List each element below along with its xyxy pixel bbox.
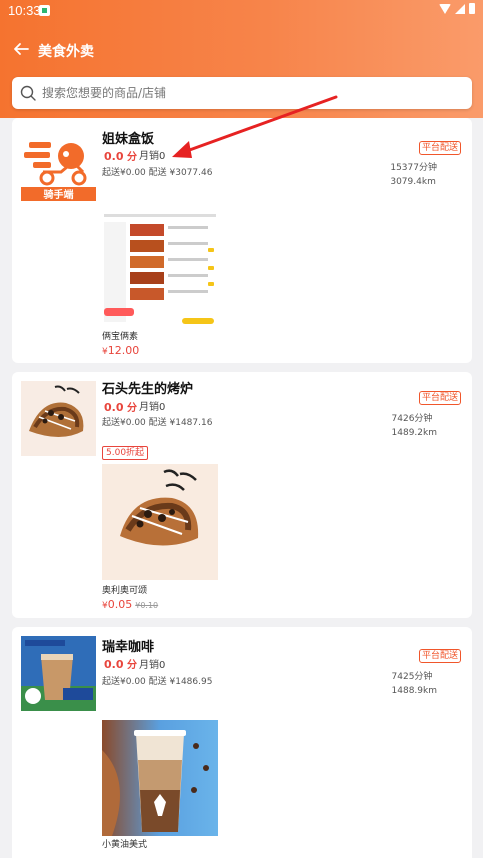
distance: 1489.2km <box>391 428 437 438</box>
store-sales: 月销0 <box>139 402 166 413</box>
score-unit: 分 <box>126 660 137 671</box>
score-value: 0.0 <box>104 150 124 163</box>
store-card[interactable]: 石头先生的烤炉 0.0 分 月销0 起送¥0.00 配送 ¥1487.16 平台… <box>12 372 472 618</box>
delivery-time: 15377分钟 <box>390 163 437 173</box>
store-card[interactable]: 骑手端 姐妹盒饭 0.0 分 月销0 起送¥0.00 配送 ¥3077.46 平… <box>12 118 472 363</box>
store-sales: 月销0 <box>139 151 166 162</box>
delivery-badge: 平台配送 <box>419 141 462 155</box>
arrow-left-icon[interactable] <box>12 40 30 58</box>
product-price: ¥0.05 ¥0.10 <box>102 598 158 611</box>
store-logo <box>21 636 96 711</box>
store-card[interactable]: 瑞幸咖啡 0.0 分 月销0 起送¥0.00 配送 ¥1486.95 平台配送 … <box>12 627 472 858</box>
product-image[interactable] <box>102 720 218 836</box>
store-meta: 15377分钟 3079.4km <box>390 161 437 189</box>
search-input[interactable] <box>42 82 462 104</box>
price-value: 0.05 <box>107 598 133 611</box>
store-name: 瑞幸咖啡 <box>102 640 155 655</box>
search-bar[interactable] <box>12 77 472 109</box>
product-name: 奥利奥可颂 <box>102 586 148 596</box>
score-value: 0.0 <box>104 658 124 671</box>
store-score: 0.0 分 <box>104 399 137 414</box>
store-fee: 起送¥0.00 配送 ¥1487.16 <box>102 418 213 428</box>
store-fee: 起送¥0.00 配送 ¥3077.46 <box>102 168 213 178</box>
product-name: 俩宝俩素 <box>102 332 139 342</box>
product-price: ¥12.00 <box>102 344 139 357</box>
store-meta: 7426分钟 1489.2km <box>392 412 437 440</box>
status-bar: 10:33 <box>0 0 483 22</box>
page-title: 美食外卖 <box>38 44 94 60</box>
battery-icon <box>469 3 475 14</box>
delivery-badge: 平台配送 <box>419 649 462 663</box>
delivery-badge: 平台配送 <box>419 391 462 405</box>
store-score: 0.0 分 <box>104 148 137 163</box>
distance: 1488.9km <box>391 686 437 696</box>
store-sales: 月销0 <box>139 660 166 671</box>
score-value: 0.0 <box>104 401 124 414</box>
status-time: 10:33 <box>8 3 41 18</box>
store-name: 石头先生的烤炉 <box>102 382 194 397</box>
search-icon <box>20 85 36 101</box>
store-meta: 7425分钟 1488.9km <box>392 670 437 698</box>
store-logo: 骑手端 <box>21 132 96 207</box>
product-name: 小黄油美式 <box>102 840 148 850</box>
product-image[interactable] <box>102 464 218 580</box>
score-unit: 分 <box>126 403 137 414</box>
store-name: 姐妹盒饭 <box>102 132 155 147</box>
logo-text: 骑手端 <box>44 188 74 201</box>
signal-icon <box>455 3 465 14</box>
original-price: ¥0.10 <box>135 601 159 610</box>
score-unit: 分 <box>126 152 137 163</box>
store-logo <box>21 381 96 456</box>
discount-badge: 5.00折起 <box>102 446 149 460</box>
delivery-time: 7426分钟 <box>391 414 433 424</box>
notification-icon <box>39 5 50 16</box>
store-score: 0.0 分 <box>104 656 137 671</box>
delivery-time: 7425分钟 <box>391 672 433 682</box>
product-image[interactable] <box>102 210 218 326</box>
distance: 3079.4km <box>390 177 436 187</box>
price-value: 12.00 <box>107 344 140 357</box>
wifi-icon <box>439 3 451 14</box>
store-fee: 起送¥0.00 配送 ¥1486.95 <box>102 677 213 687</box>
system-icons <box>439 3 475 14</box>
